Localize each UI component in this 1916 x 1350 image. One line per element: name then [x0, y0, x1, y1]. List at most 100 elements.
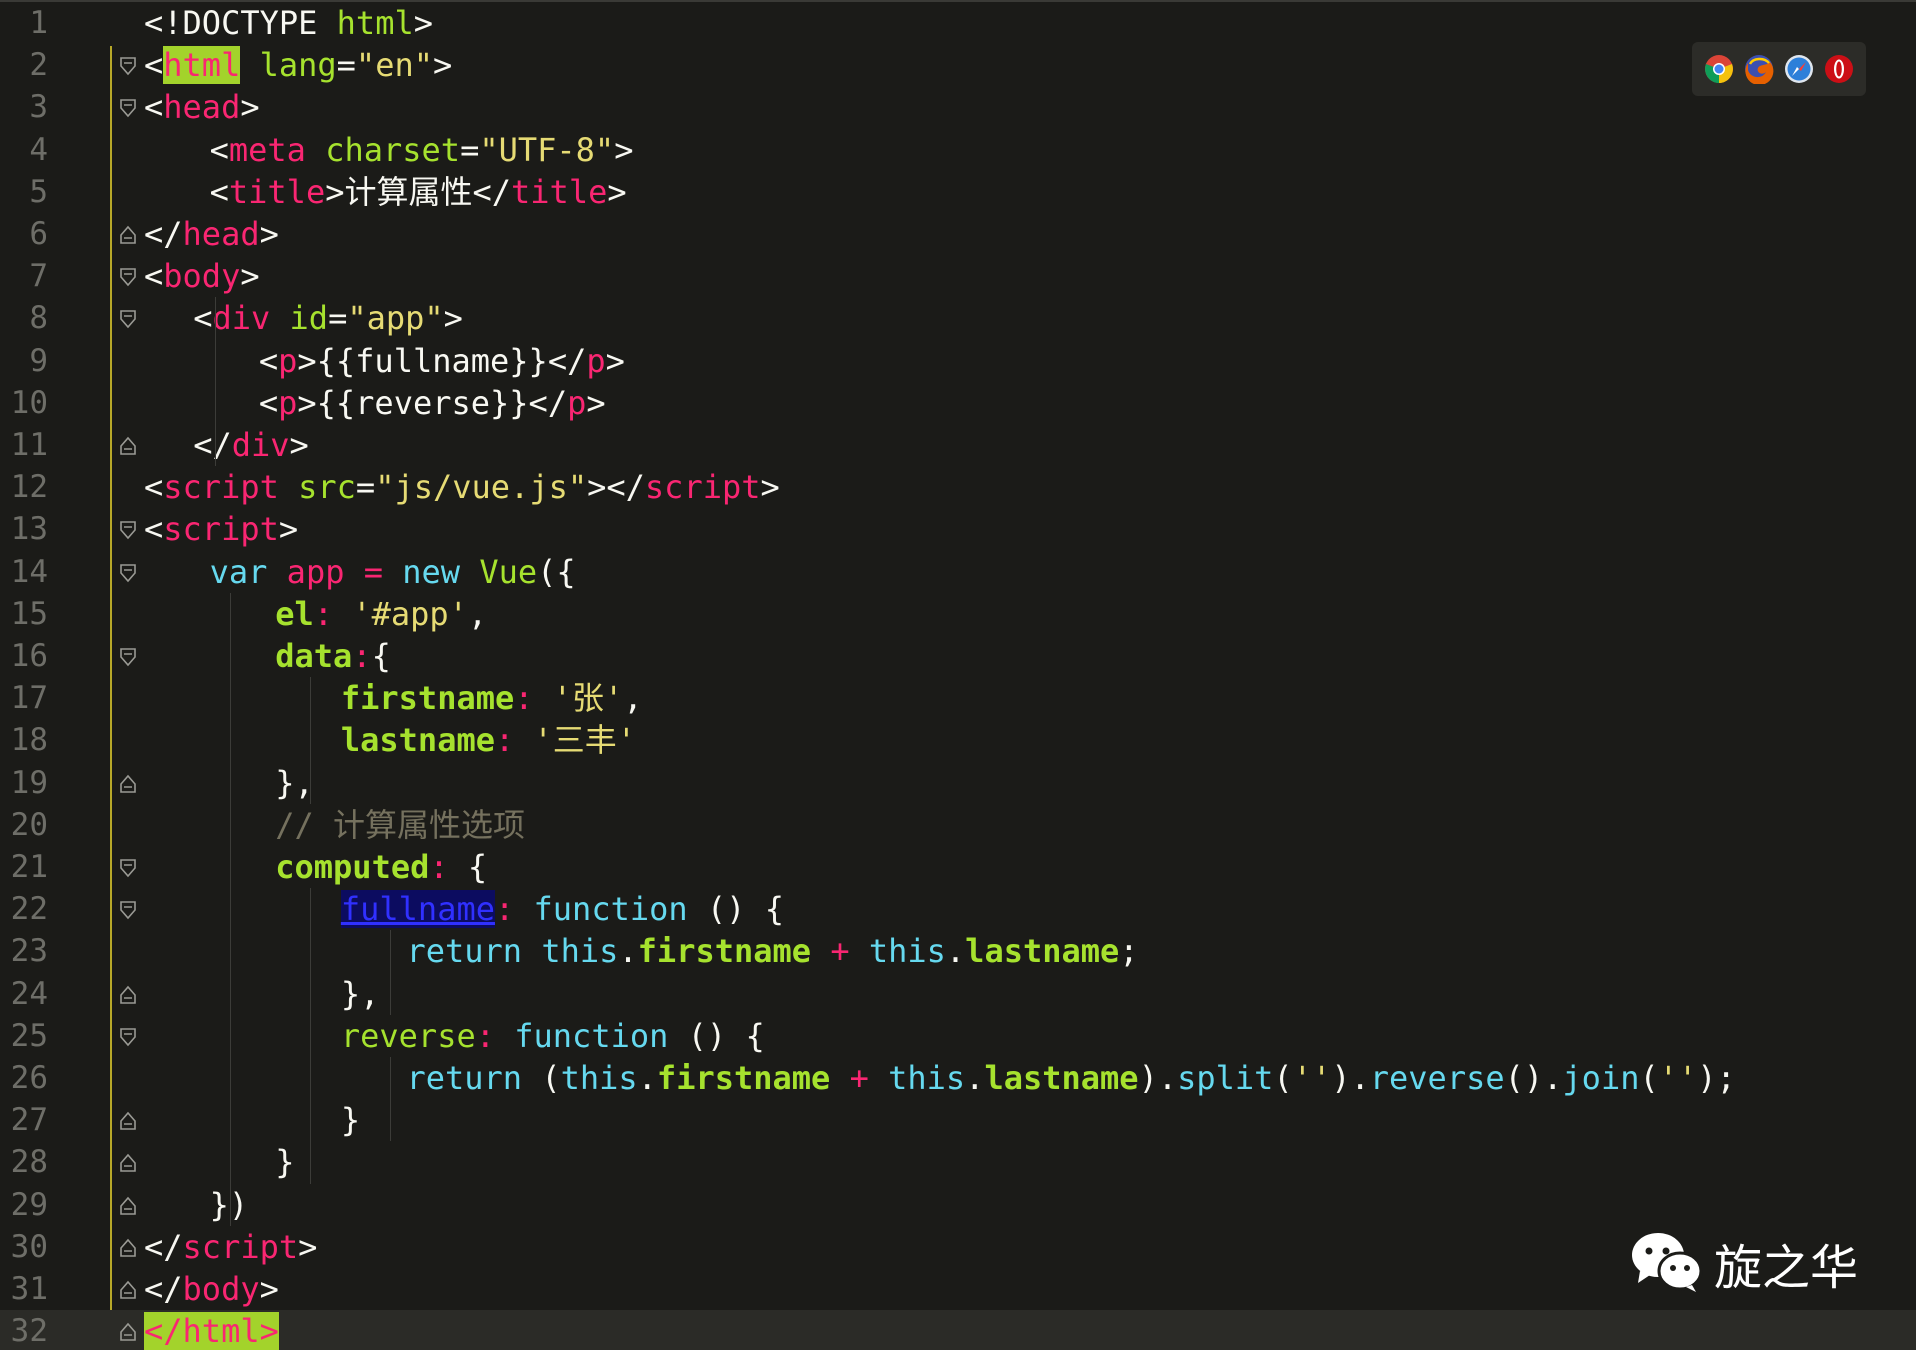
- indent-guide: [230, 592, 231, 1226]
- code-token: >: [605, 341, 625, 380]
- code-line[interactable]: 29}): [0, 1184, 1916, 1226]
- fold-close-icon[interactable]: [118, 1238, 138, 1258]
- watermark-text: 旋之华: [1714, 1240, 1859, 1296]
- code-token: :: [429, 848, 449, 886]
- code-token: body: [163, 257, 241, 296]
- code-token: >: [607, 172, 627, 211]
- code-token: </: [193, 426, 232, 464]
- code-line[interactable]: 2 <html lang="en">: [0, 44, 1916, 86]
- code-token: this: [868, 932, 946, 971]
- code-line[interactable]: 23 return this.firstname + this.lastname;: [0, 930, 1916, 972]
- code-token: .: [965, 1059, 985, 1097]
- line-number: 14: [10, 553, 48, 590]
- line-number: 18: [10, 722, 48, 759]
- code-line[interactable]: 14 var app = new Vue({: [0, 551, 1916, 593]
- fold-close-icon[interactable]: [118, 1322, 138, 1342]
- code-line[interactable]: 15 el: '#app',: [0, 593, 1916, 635]
- code-text: <meta charset="UTF-8">: [210, 129, 634, 171]
- code-text: </head>: [144, 213, 279, 255]
- code-token: }: [340, 1101, 361, 1140]
- code-token: ({: [537, 552, 576, 591]
- code-text: </div>: [193, 424, 309, 466]
- fold-open-icon[interactable]: [118, 56, 138, 76]
- code-token: </: [144, 1270, 183, 1308]
- code-token: reverse: [340, 1016, 476, 1055]
- fold-close-icon[interactable]: [118, 1196, 138, 1216]
- fold-close-icon[interactable]: [118, 1280, 138, 1300]
- code-token: "app": [347, 299, 444, 338]
- code-line[interactable]: 21 computed: {: [0, 846, 1916, 888]
- code-token: <: [144, 510, 164, 549]
- fold-open-icon[interactable]: [118, 647, 138, 667]
- code-line[interactable]: 25 reverse: function () {: [0, 1015, 1916, 1057]
- code-text: // 计算属性选项: [275, 804, 525, 846]
- code-line[interactable]: 17 firstname: '张',: [0, 677, 1916, 719]
- fold-open-icon[interactable]: [118, 98, 138, 118]
- chrome-icon[interactable]: [1704, 54, 1734, 84]
- fold-close-icon[interactable]: [118, 436, 138, 456]
- code-editor[interactable]: 1 <!DOCTYPE html> 2 <html lang="en"> 3 <head>…: [0, 0, 1916, 1350]
- code-token: "UTF-8": [479, 130, 615, 169]
- indent-guide: [215, 297, 216, 467]
- code-token: firstname: [656, 1059, 831, 1097]
- code-line[interactable]: 12 <script src="js/vue.js"></script>: [0, 466, 1916, 508]
- code-token: },: [340, 974, 380, 1013]
- code-token: >: [289, 426, 309, 464]
- fold-close-icon[interactable]: [118, 1153, 138, 1173]
- code-text: },: [341, 973, 380, 1015]
- code-line[interactable]: 9 <p>{{fullname}}</p>: [0, 340, 1916, 382]
- fold-close-icon[interactable]: [118, 1111, 138, 1131]
- code-line[interactable]: 4 <meta charset="UTF-8">: [0, 129, 1916, 171]
- code-line[interactable]: 28}: [0, 1141, 1916, 1183]
- code-line[interactable]: 27}: [0, 1099, 1916, 1141]
- code-line[interactable]: 22 fullname: function () {: [0, 888, 1916, 930]
- fold-open-icon[interactable]: [118, 267, 138, 287]
- code-text: <head>: [144, 86, 260, 128]
- code-text: <!DOCTYPE html>: [144, 2, 433, 44]
- code-token: html: [163, 46, 241, 85]
- line-number: 6: [29, 216, 48, 252]
- fold-close-icon[interactable]: [118, 985, 138, 1005]
- code-line[interactable]: 16 data:{: [0, 635, 1916, 677]
- code-line[interactable]: 24},: [0, 973, 1916, 1015]
- code-line[interactable]: 10 <p>{{reverse}}</p>: [0, 382, 1916, 424]
- fold-close-icon[interactable]: [118, 774, 138, 794]
- code-line[interactable]: 11 </div>: [0, 424, 1916, 466]
- code-text: data:{: [275, 635, 391, 677]
- code-line[interactable]: 18 lastname: '三丰': [0, 719, 1916, 761]
- line-number: 8: [29, 300, 48, 337]
- code-line[interactable]: 5 <title>计算属性</title>: [0, 171, 1916, 213]
- code-line[interactable]: 6 </head>: [0, 213, 1916, 255]
- code-text: </body>: [144, 1268, 279, 1310]
- fold-open-icon[interactable]: [118, 309, 138, 329]
- firefox-icon[interactable]: [1744, 54, 1774, 84]
- code-line[interactable]: 32 </html>: [0, 1310, 1916, 1350]
- code-token: <: [209, 172, 229, 211]
- code-token: firstname: [637, 932, 812, 971]
- fold-close-icon[interactable]: [118, 225, 138, 245]
- fold-open-icon[interactable]: [118, 858, 138, 878]
- code-line[interactable]: 19},: [0, 762, 1916, 804]
- code-token: split: [1177, 1059, 1274, 1097]
- code-line[interactable]: 1 <!DOCTYPE html>: [0, 2, 1916, 44]
- fold-open-icon[interactable]: [118, 900, 138, 920]
- line-number: 29: [10, 1186, 48, 1223]
- code-line[interactable]: 8 <div id="app">: [0, 297, 1916, 339]
- code-line[interactable]: 26 return (this.firstname + this.lastname…: [0, 1057, 1916, 1099]
- fold-open-icon[interactable]: [118, 563, 138, 583]
- code-token: return: [406, 1059, 542, 1097]
- code-line[interactable]: 20 // 计算属性选项: [0, 804, 1916, 846]
- fold-open-icon[interactable]: [118, 520, 138, 540]
- code-line[interactable]: 13 <script>: [0, 508, 1916, 550]
- code-token: >: [259, 215, 279, 253]
- code-token: p: [278, 383, 298, 422]
- code-token: >: [240, 88, 260, 127]
- code-token: (: [1639, 1059, 1659, 1097]
- code-line[interactable]: 3 <head>: [0, 86, 1916, 128]
- safari-icon[interactable]: [1784, 54, 1814, 84]
- opera-icon[interactable]: [1824, 54, 1854, 84]
- fold-open-icon[interactable]: [118, 1027, 138, 1047]
- code-line[interactable]: 7 <body>: [0, 255, 1916, 297]
